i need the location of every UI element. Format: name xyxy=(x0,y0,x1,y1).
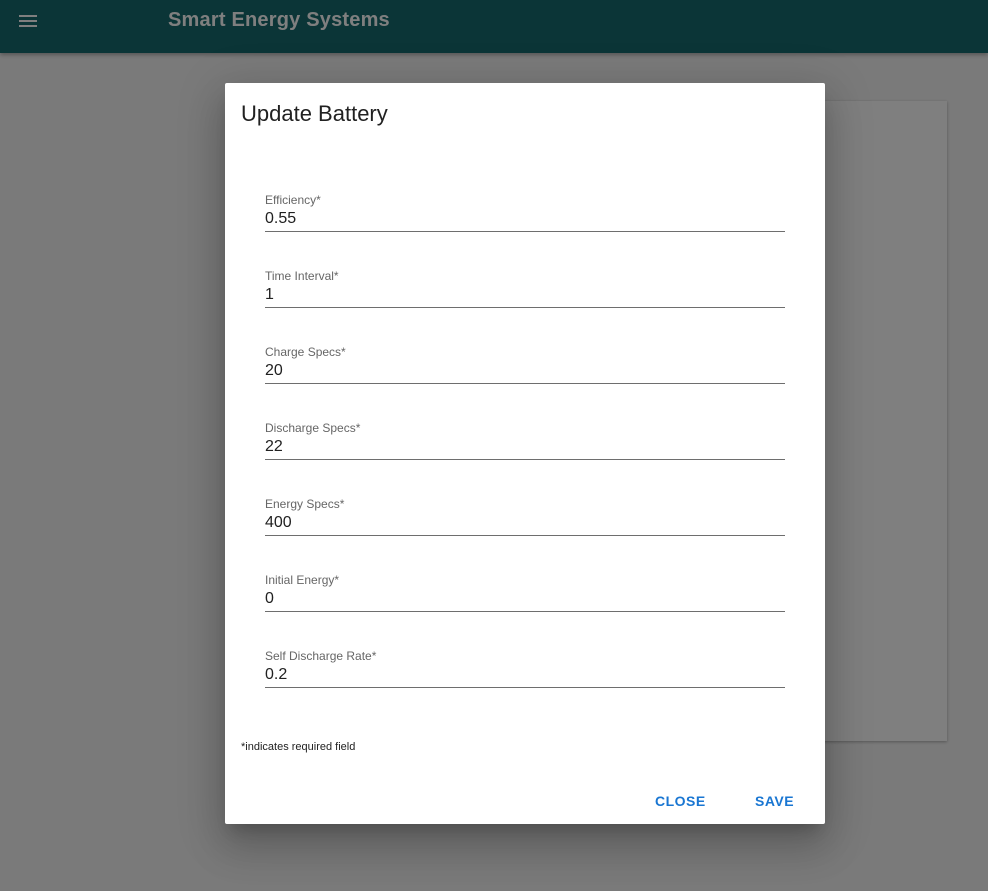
initial-energy-field: Initial Energy* xyxy=(265,573,785,621)
time-interval-field: Time Interval* xyxy=(265,269,785,317)
close-button[interactable]: CLOSE xyxy=(645,783,716,819)
charge-specs-input[interactable] xyxy=(265,359,785,384)
self-discharge-rate-input[interactable] xyxy=(265,663,785,688)
energy-specs-input[interactable] xyxy=(265,511,785,536)
efficiency-label: Efficiency* xyxy=(265,193,321,207)
save-button[interactable]: SAVE xyxy=(745,783,804,819)
initial-energy-label: Initial Energy* xyxy=(265,573,340,587)
energy-specs-field: Energy Specs* xyxy=(265,497,785,545)
dialog-title: Update Battery xyxy=(241,101,388,126)
charge-specs-field: Charge Specs* xyxy=(265,345,785,393)
required-field-note: *indicates required field xyxy=(241,741,356,753)
self-discharge-rate-field: Self Discharge Rate* xyxy=(265,649,785,697)
time-interval-label: Time Interval* xyxy=(265,269,339,283)
discharge-specs-input[interactable] xyxy=(265,435,785,460)
initial-energy-input[interactable] xyxy=(265,587,785,612)
discharge-specs-label: Discharge Specs* xyxy=(265,421,361,435)
update-battery-dialog: Update Battery Efficiency* Time Interval… xyxy=(225,83,825,824)
energy-specs-label: Energy Specs* xyxy=(265,497,345,511)
time-interval-input[interactable] xyxy=(265,283,785,308)
discharge-specs-field: Discharge Specs* xyxy=(265,421,785,469)
efficiency-field: Efficiency* xyxy=(265,193,785,241)
efficiency-input[interactable] xyxy=(265,207,785,232)
charge-specs-label: Charge Specs* xyxy=(265,345,346,359)
self-discharge-rate-label: Self Discharge Rate* xyxy=(265,649,377,663)
